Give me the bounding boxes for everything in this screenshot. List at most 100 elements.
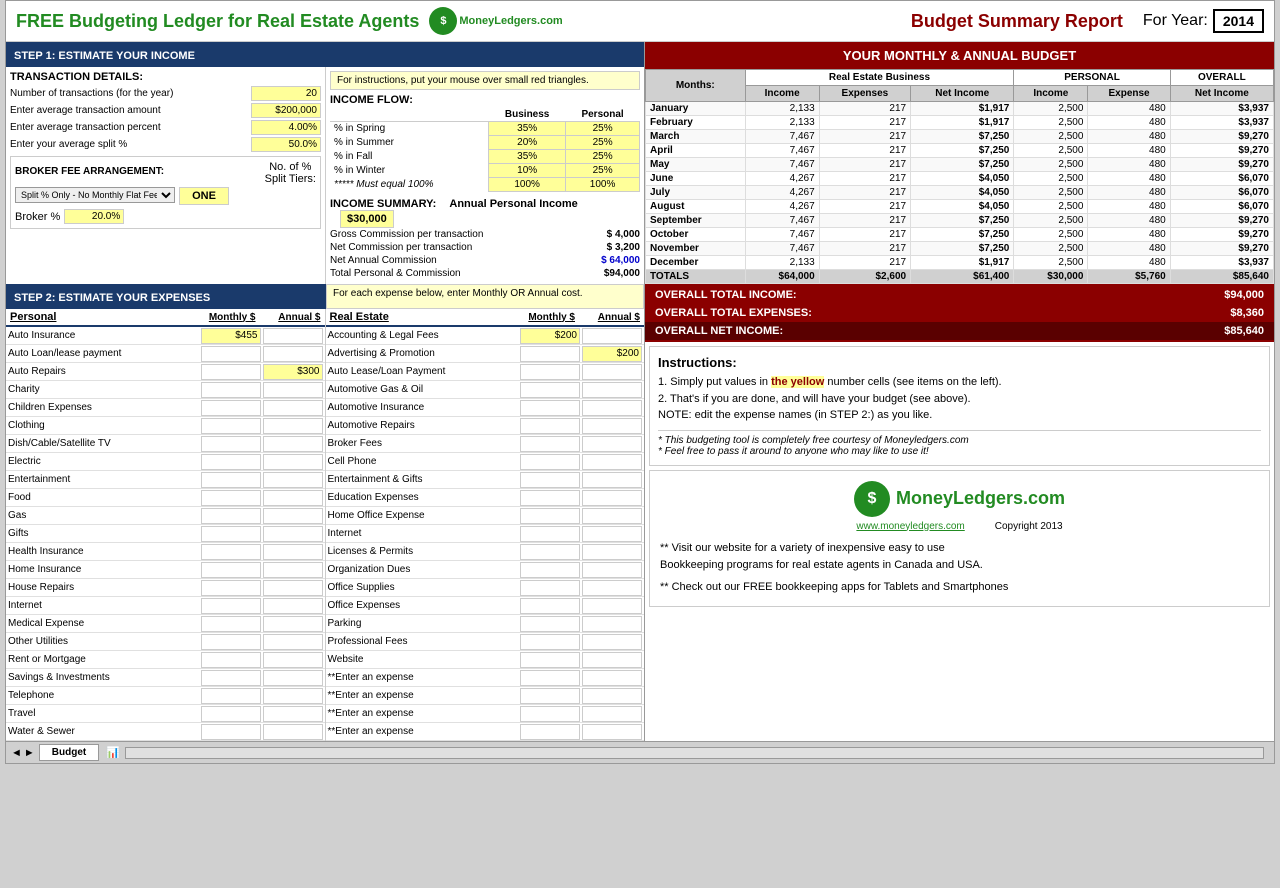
personal-monthly-input[interactable] — [201, 436, 261, 452]
personal-annual-input[interactable] — [263, 364, 323, 380]
re-annual-input[interactable] — [582, 526, 642, 542]
re-annual-input[interactable] — [582, 598, 642, 614]
re-annual-input[interactable] — [582, 454, 642, 470]
income-personal-cell[interactable]: 100% — [566, 178, 640, 192]
income-personal-cell[interactable]: 25% — [566, 136, 640, 150]
nav-next[interactable]: ► — [24, 747, 35, 759]
personal-annual-input[interactable] — [263, 706, 323, 722]
re-annual-input[interactable] — [582, 400, 642, 416]
re-annual-input[interactable] — [582, 364, 642, 380]
personal-monthly-input[interactable] — [201, 652, 261, 668]
re-monthly-input[interactable] — [520, 634, 580, 650]
personal-annual-input[interactable] — [263, 724, 323, 740]
personal-annual-input[interactable] — [263, 544, 323, 560]
income-personal-cell[interactable]: 25% — [566, 122, 640, 136]
income-personal-cell[interactable]: 25% — [566, 150, 640, 164]
re-monthly-input[interactable] — [520, 598, 580, 614]
transaction-input-2[interactable] — [251, 120, 321, 135]
income-business-cell[interactable]: 35% — [489, 122, 566, 136]
re-annual-input[interactable] — [582, 724, 642, 740]
re-monthly-input[interactable] — [520, 418, 580, 434]
personal-monthly-input[interactable] — [201, 400, 261, 416]
personal-annual-input[interactable] — [263, 328, 323, 344]
personal-annual-input[interactable] — [263, 688, 323, 704]
personal-monthly-input[interactable] — [201, 418, 261, 434]
income-business-cell[interactable]: 10% — [489, 164, 566, 178]
broker-percent-input[interactable] — [64, 209, 124, 224]
re-monthly-input[interactable] — [520, 544, 580, 560]
re-monthly-input[interactable] — [520, 706, 580, 722]
re-annual-input[interactable] — [582, 472, 642, 488]
personal-annual-input[interactable] — [263, 580, 323, 596]
personal-monthly-input[interactable] — [201, 688, 261, 704]
personal-annual-input[interactable] — [263, 634, 323, 650]
re-annual-input[interactable] — [582, 634, 642, 650]
re-annual-input[interactable] — [582, 652, 642, 668]
personal-annual-input[interactable] — [263, 400, 323, 416]
personal-annual-input[interactable] — [263, 598, 323, 614]
personal-monthly-input[interactable] — [201, 634, 261, 650]
re-annual-input[interactable] — [582, 490, 642, 506]
personal-monthly-input[interactable] — [201, 616, 261, 632]
re-monthly-input[interactable] — [520, 454, 580, 470]
personal-annual-input[interactable] — [263, 616, 323, 632]
re-monthly-input[interactable] — [520, 526, 580, 542]
personal-annual-input[interactable] — [263, 382, 323, 398]
re-monthly-input[interactable] — [520, 364, 580, 380]
re-monthly-input[interactable] — [520, 472, 580, 488]
re-annual-input[interactable] — [582, 328, 642, 344]
re-monthly-input[interactable] — [520, 562, 580, 578]
personal-monthly-input[interactable] — [201, 328, 261, 344]
re-annual-input[interactable] — [582, 508, 642, 524]
personal-annual-input[interactable] — [263, 454, 323, 470]
personal-monthly-input[interactable] — [201, 724, 261, 740]
logo-url[interactable]: www.moneyledgers.com — [856, 521, 964, 532]
personal-monthly-input[interactable] — [201, 382, 261, 398]
year-value[interactable]: 2014 — [1213, 9, 1264, 33]
personal-monthly-input[interactable] — [201, 706, 261, 722]
personal-monthly-input[interactable] — [201, 670, 261, 686]
income-business-cell[interactable]: 20% — [489, 136, 566, 150]
re-monthly-input[interactable] — [520, 436, 580, 452]
re-annual-input[interactable] — [582, 616, 642, 632]
re-monthly-input[interactable] — [520, 724, 580, 740]
personal-monthly-input[interactable] — [201, 544, 261, 560]
personal-annual-input[interactable] — [263, 508, 323, 524]
personal-monthly-input[interactable] — [201, 490, 261, 506]
personal-monthly-input[interactable] — [201, 472, 261, 488]
re-annual-input[interactable] — [582, 580, 642, 596]
transaction-input-0[interactable] — [251, 86, 321, 101]
re-annual-input[interactable] — [582, 688, 642, 704]
personal-annual-input[interactable] — [263, 562, 323, 578]
personal-monthly-input[interactable] — [201, 562, 261, 578]
re-annual-input[interactable] — [582, 418, 642, 434]
re-monthly-input[interactable] — [520, 580, 580, 596]
re-annual-input[interactable] — [582, 562, 642, 578]
personal-annual-input[interactable] — [263, 436, 323, 452]
re-annual-input[interactable] — [582, 346, 642, 362]
re-annual-input[interactable] — [582, 382, 642, 398]
re-annual-input[interactable] — [582, 706, 642, 722]
transaction-input-3[interactable] — [251, 137, 321, 152]
personal-monthly-input[interactable] — [201, 508, 261, 524]
re-annual-input[interactable] — [582, 436, 642, 452]
personal-annual-input[interactable] — [263, 418, 323, 434]
re-monthly-input[interactable] — [520, 508, 580, 524]
personal-annual-input[interactable] — [263, 472, 323, 488]
re-annual-input[interactable] — [582, 670, 642, 686]
re-monthly-input[interactable] — [520, 400, 580, 416]
personal-monthly-input[interactable] — [201, 346, 261, 362]
re-monthly-input[interactable] — [520, 616, 580, 632]
personal-annual-input[interactable] — [263, 526, 323, 542]
nav-prev[interactable]: ◄ — [11, 747, 22, 759]
income-business-cell[interactable]: 100% — [489, 178, 566, 192]
broker-dropdown[interactable]: Split % Only - No Monthly Flat Fee — [15, 187, 175, 203]
re-monthly-input[interactable] — [520, 670, 580, 686]
income-personal-cell[interactable]: 25% — [566, 164, 640, 178]
personal-monthly-input[interactable] — [201, 580, 261, 596]
personal-annual-input[interactable] — [263, 490, 323, 506]
horizontal-scrollbar[interactable] — [125, 747, 1264, 759]
personal-monthly-input[interactable] — [201, 598, 261, 614]
personal-monthly-input[interactable] — [201, 526, 261, 542]
budget-tab[interactable]: Budget — [39, 744, 99, 761]
